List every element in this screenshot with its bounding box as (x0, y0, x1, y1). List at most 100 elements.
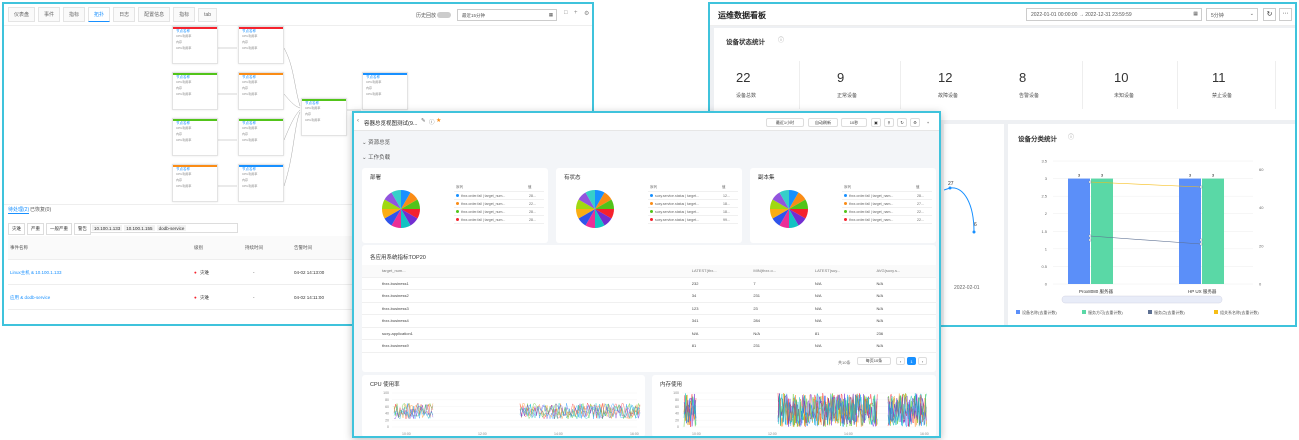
x-tick: 16:00 (920, 432, 929, 436)
legend-row[interactable]: thxx.order.fail | target_num... 22... (454, 200, 544, 208)
topology-node[interactable]: 节点名称 CPU利用率 内存 CPU利用率 (238, 72, 284, 110)
legend-row[interactable]: thxx.order.fail | target_nam... 22... (842, 216, 932, 224)
group-workload[interactable]: ⌄ 工作负载 (362, 153, 390, 161)
side-value-2: 6 (974, 222, 977, 228)
legend-swatch (1214, 310, 1218, 314)
topology-node[interactable]: 节点名称 CPU利用率 内存 CPU利用率 (238, 164, 284, 202)
legend-row[interactable]: suxy.service.status | target... 18... (648, 200, 738, 208)
column-header[interactable]: AVG(suxy.s... (876, 268, 936, 273)
topology-node[interactable]: 节点名称 CPU利用率 内存 CPU利用率 (172, 164, 218, 202)
legend-row[interactable]: thxx.order.fail | target_num... 28... (454, 192, 544, 200)
group-resource-overview[interactable]: ⌄ 资源总览 (362, 138, 390, 146)
legend-row[interactable]: thxx.order.fail | target_num... 28... (454, 208, 544, 216)
date-range-picker[interactable]: 2022-01-01 00:00:00 → 2022-12-31 23:59:5… (1026, 8, 1202, 21)
more-icon[interactable]: ⋯ (1279, 8, 1292, 21)
square-icon[interactable]: □ (564, 10, 568, 16)
table-row[interactable]: thxx-business2 34 231 N/A N/A (362, 290, 936, 303)
table-row[interactable]: suxy-application1 N/A N/A 81 236 (362, 328, 936, 340)
tab-pending[interactable]: 待处理(2) (8, 206, 30, 214)
topology-node[interactable]: 节点名称 CPU利用率 内存 CPU利用率 (172, 118, 218, 156)
legend-series: thxx.order.fail | target_num... (461, 201, 506, 206)
topology-node[interactable]: 节点名称 CPU利用率 内存 CPU利用率 (362, 72, 408, 110)
tab-recovered[interactable]: 已恢复(0) (30, 206, 51, 213)
tab-dashboard[interactable]: 仪表盘 (8, 7, 36, 22)
event-name-link[interactable]: 应用 & dodb-service (10, 295, 50, 301)
star-icon[interactable]: ★ (436, 117, 441, 124)
time-range-select[interactable]: 最近15分钟 ▦ (457, 9, 557, 21)
plus-icon[interactable]: + (923, 118, 933, 127)
gear-icon[interactable]: ⚙ (584, 10, 589, 17)
page-title: 容器总览视图测试(9... (364, 121, 418, 127)
ip-filter-input[interactable]: 10.100.1.133 10.100.1.155 dodb-service (90, 223, 238, 233)
link-icon[interactable]: ⚲ (884, 118, 894, 127)
tab-metrics[interactable]: 指标 (63, 7, 86, 22)
event-name-link[interactable]: Linux主机 & 10.100.1.133 (10, 270, 62, 276)
pie-title: 有状态 (564, 175, 581, 181)
table-cell: 232 (691, 280, 699, 286)
cpu-panel: CPU 使用率 100 80 60 40 20 0 10:00 12:00 14:00 16:00 (362, 375, 645, 436)
refresh-icon[interactable]: ↻ (897, 118, 907, 127)
legend-row[interactable]: thxx.order.fail | target_nam... 27... (842, 200, 932, 208)
info-icon[interactable]: ⓘ (429, 118, 435, 126)
column-header[interactable]: LATEST(suy... (815, 268, 877, 273)
table-row[interactable]: thxx-business9 81 231 N/A N/A (362, 340, 936, 353)
table-row[interactable]: thxx-business4 341 284 N/A N/A (362, 315, 936, 328)
legend-row[interactable]: thxx.order.fail | target_num... 28... (454, 216, 544, 224)
topology-node[interactable]: 节点名称 CPU利用率 内存 CPU利用率 (301, 98, 347, 136)
page-1-button[interactable]: 1 (907, 357, 916, 365)
time-range-button[interactable]: 最近1小时 (766, 118, 804, 127)
interval-label: 10秒 (849, 119, 859, 125)
page-size-select[interactable]: 每页10条 (857, 357, 891, 365)
legend-series: suxy.service.status | target... (655, 209, 700, 214)
legend-row[interactable]: thxx.order.fail | target_nam... 22... (842, 208, 932, 216)
plus-icon[interactable]: + (574, 10, 578, 16)
legend-row[interactable]: suxy.service.status | target... 18... (648, 208, 738, 216)
topology-node[interactable]: 节点名称 CPU利用率 内存 CPU利用率 (238, 26, 284, 64)
legend-row[interactable]: thxx.order.fail | target_nam... 28... (842, 192, 932, 200)
legend-row[interactable]: suxy.service.status | target... 99... (648, 216, 738, 224)
topology-node[interactable]: 节点名称 CPU利用率 内存 CPU利用率 (172, 26, 218, 64)
legend-dot (650, 194, 653, 197)
save-icon[interactable]: ▣ (871, 118, 881, 127)
tab-tab[interactable]: tab (198, 7, 218, 22)
tab-events[interactable]: 事件 (38, 7, 61, 22)
legend-value: 22... (529, 201, 536, 206)
auto-refresh-select[interactable]: 自动刷新 (808, 118, 838, 127)
tab-topology[interactable]: 拓扑 (88, 7, 111, 22)
history-toggle[interactable] (437, 12, 451, 18)
point (1088, 234, 1092, 238)
y-tick: 1 (1045, 246, 1048, 251)
topology-node[interactable]: 节点名称 CPU利用率 内存 CPU利用率 (238, 118, 284, 156)
table-cell: N/A (814, 318, 822, 324)
next-page-button[interactable]: › (918, 357, 927, 365)
topology-node[interactable]: 节点名称 CPU利用率 内存 CPU利用率 (172, 72, 218, 110)
column-header[interactable]: LATEST(thx... (692, 268, 754, 273)
info-icon[interactable]: ⓘ (778, 35, 784, 44)
refresh-icon[interactable]: ↻ (1263, 8, 1276, 21)
filter-moderate[interactable]: 一般严重 (46, 223, 72, 235)
column-header[interactable]: MIN(thxx.o... (753, 268, 815, 273)
legend-row[interactable]: suxy.service.status | target... 12... (648, 192, 738, 200)
filter-warning[interactable]: 警告 (74, 223, 91, 235)
filter-disaster[interactable]: 灾难 (8, 223, 25, 235)
prev-page-button[interactable]: ‹ (896, 357, 905, 365)
tab-metrics-2[interactable]: 指标 (173, 7, 196, 22)
filter-severe[interactable]: 严重 (27, 223, 44, 235)
pie-legend: 序列值 thxx.order.fail | target_nam... 28... t… (842, 184, 932, 224)
legend-head-series: 序列 (650, 185, 657, 189)
interval-select[interactable]: 5分钟 ⌄ (1206, 8, 1258, 21)
edit-icon[interactable]: ✎ (421, 118, 426, 124)
table-cell: 81 (691, 343, 697, 349)
table-row[interactable]: thxx-business3 123 23 N/A N/A (362, 303, 936, 315)
interval-select[interactable]: 10秒 (841, 118, 867, 127)
tab-logs[interactable]: 日志 (113, 7, 136, 22)
info-icon[interactable]: ⓘ (1068, 132, 1074, 141)
table-cell: 23 (753, 305, 758, 311)
table-row[interactable]: thxx-business1 232 7 N/A N/A (362, 278, 936, 290)
legend-dot (456, 202, 459, 205)
legend-dot (844, 202, 847, 205)
gear-icon[interactable]: ⚙ (910, 118, 920, 127)
column-header[interactable]: target_num... (382, 268, 692, 273)
back-icon[interactable]: ‹ (357, 118, 359, 124)
tab-config[interactable]: 配置信息 (138, 7, 171, 22)
